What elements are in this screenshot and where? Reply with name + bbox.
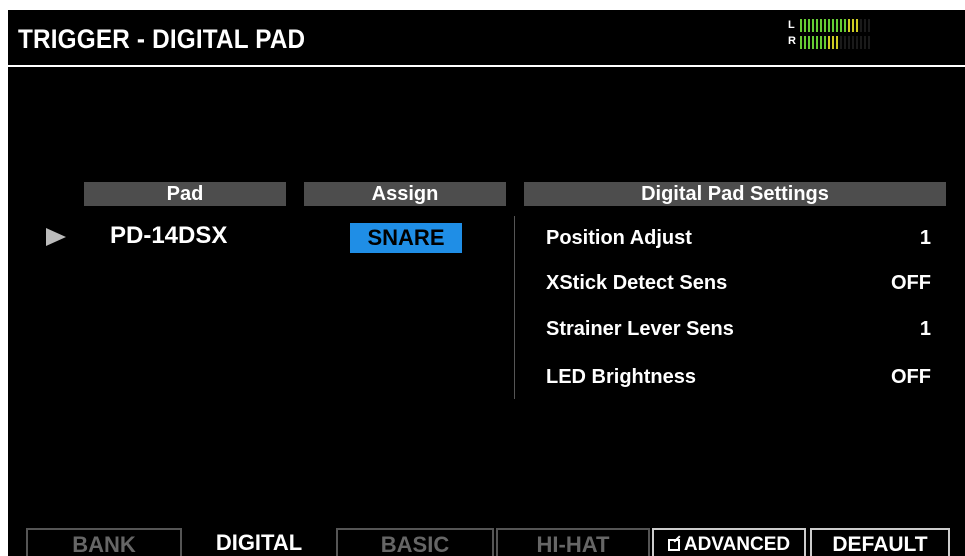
- setting-value: 1: [919, 318, 931, 340]
- meter-segment: [852, 36, 854, 49]
- meter-segment: [868, 36, 870, 49]
- meter-segment: [820, 19, 822, 32]
- meter-segment: [808, 36, 810, 49]
- meter-segment: [832, 19, 834, 32]
- meter-segment: [820, 36, 822, 49]
- device-screen: TRIGGER - DIGITAL PAD L R Pad Assign Dig…: [8, 10, 965, 556]
- meter-segment: [816, 19, 818, 32]
- meter-segment: [856, 19, 858, 32]
- setting-label: XStick Detect Sens: [546, 272, 728, 294]
- setting-xstick-detect-sens[interactable]: XStick Detect Sens OFF: [546, 268, 931, 298]
- meter-segment: [848, 36, 850, 49]
- tab-default[interactable]: DEFAULT: [810, 528, 950, 556]
- meter-segment: [800, 19, 802, 32]
- meter-segment: [804, 36, 806, 49]
- assign-value[interactable]: SNARE: [350, 223, 462, 253]
- tab-hi-hat[interactable]: HI-HAT: [496, 528, 650, 556]
- tab-basic[interactable]: BASIC: [336, 528, 494, 556]
- meter-left-label: L: [788, 19, 795, 31]
- meter-segment: [864, 36, 866, 49]
- meter-segment: [860, 36, 862, 49]
- pad-model-value[interactable]: PD-14DSX: [110, 222, 227, 250]
- tab-advanced[interactable]: ADVANCED: [652, 528, 806, 556]
- tab-bank[interactable]: BANK: [26, 528, 182, 556]
- tab-advanced-label: ADVANCED: [683, 534, 791, 555]
- meter-segment: [812, 19, 814, 32]
- meter-segment: [844, 19, 846, 32]
- meter-segment: [864, 19, 866, 32]
- setting-value: OFF: [891, 366, 931, 388]
- setting-label: Position Adjust: [546, 227, 692, 249]
- meter-segment: [812, 36, 814, 49]
- meter-segment: [840, 19, 842, 32]
- setting-value: 1: [919, 227, 931, 249]
- pad-column-header: Pad: [84, 182, 286, 206]
- meter-segment: [860, 19, 862, 32]
- tab-digital[interactable]: DIGITAL: [184, 528, 334, 556]
- setting-strainer-lever-sens[interactable]: Strainer Lever Sens 1: [546, 314, 931, 344]
- column-divider: [514, 216, 515, 399]
- page-title: TRIGGER - DIGITAL PAD: [18, 24, 306, 54]
- meter-right-label: R: [788, 35, 796, 47]
- meter-segment: [852, 19, 854, 32]
- meter-right-bar: [800, 36, 878, 49]
- meter-segment: [840, 36, 842, 49]
- meter-segment: [844, 36, 846, 49]
- meter-segment: [824, 19, 826, 32]
- level-meter: L R: [788, 18, 878, 56]
- meter-segment: [828, 36, 830, 49]
- setting-position-adjust[interactable]: Position Adjust 1: [546, 223, 931, 253]
- setting-label: Strainer Lever Sens: [546, 318, 734, 340]
- title-divider: [8, 65, 965, 67]
- meter-segment: [804, 19, 806, 32]
- meter-segment: [816, 36, 818, 49]
- meter-segment: [832, 36, 834, 49]
- external-link-icon: [667, 539, 680, 551]
- setting-label: LED Brightness: [546, 366, 697, 388]
- meter-segment: [800, 36, 802, 49]
- meter-left-bar: [800, 19, 878, 32]
- setting-value: OFF: [891, 272, 931, 294]
- meter-segment: [836, 36, 838, 49]
- meter-segment: [808, 19, 810, 32]
- cursor-arrow-icon: [46, 228, 66, 246]
- meter-segment: [868, 19, 870, 32]
- settings-column-header: Digital Pad Settings: [524, 182, 946, 206]
- meter-segment: [848, 19, 850, 32]
- meter-segment: [824, 36, 826, 49]
- meter-segment: [828, 19, 830, 32]
- meter-segment: [856, 36, 858, 49]
- setting-led-brightness[interactable]: LED Brightness OFF: [546, 362, 931, 392]
- meter-segment: [836, 19, 838, 32]
- assign-column-header: Assign: [304, 182, 506, 206]
